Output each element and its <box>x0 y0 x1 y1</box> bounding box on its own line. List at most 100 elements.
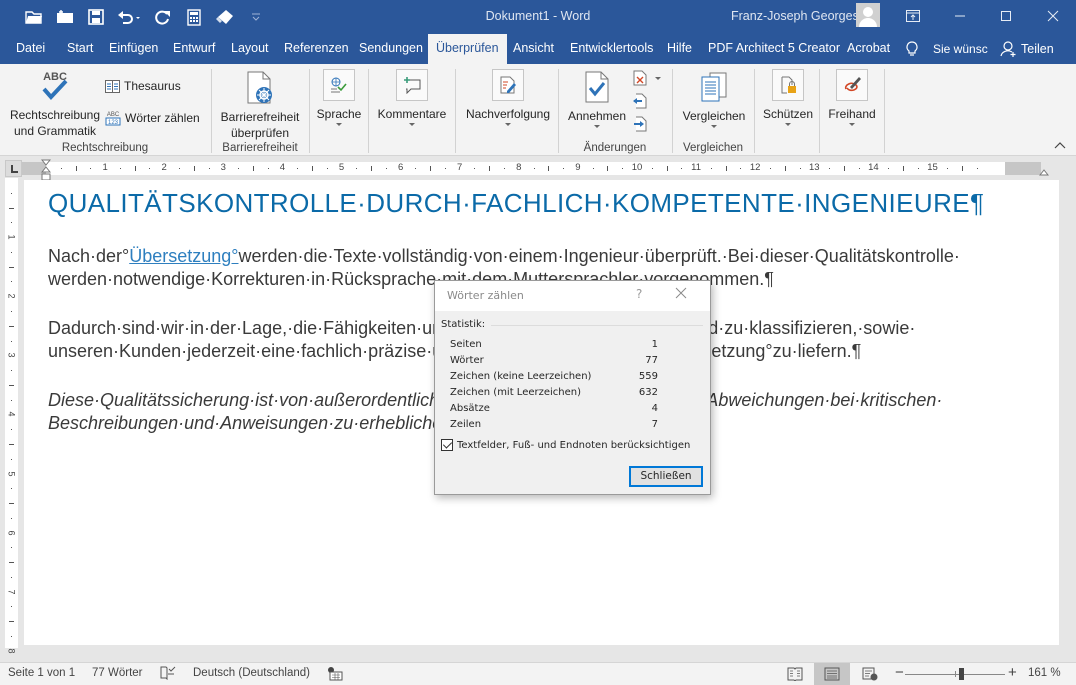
track-changes-button[interactable]: Nachverfolgung <box>460 69 556 126</box>
spelling-grammar-button[interactable]: ABC Rechtschreibung und Grammatik <box>8 69 102 139</box>
thesaurus-label: Thesaurus <box>124 79 181 93</box>
eraser-button[interactable] <box>209 6 240 28</box>
thesaurus-button[interactable]: Thesaurus <box>105 79 181 93</box>
ruler-minor-tick <box>11 488 12 490</box>
share-button[interactable]: Teilen <box>1000 34 1054 64</box>
tab-einfuegen[interactable]: Einfügen <box>101 34 166 64</box>
comments-button[interactable]: Kommentare <box>373 69 451 126</box>
ruler-minor-tick <box>651 168 653 169</box>
user-name[interactable]: Franz-Joseph Georges <box>731 9 859 23</box>
stat-row: Seiten 1 <box>450 339 658 350</box>
word-count-button[interactable]: ABC 123 Wörter zählen <box>105 110 200 126</box>
compare-button[interactable]: Vergleichen <box>677 69 751 128</box>
save-button[interactable] <box>80 6 111 28</box>
ink-label: Freihand <box>828 107 876 121</box>
minimize-button[interactable] <box>937 0 983 32</box>
zoom-slider-thumb[interactable] <box>959 668 964 680</box>
open-button[interactable] <box>18 6 49 28</box>
print-layout-button[interactable] <box>814 663 850 685</box>
tab-hilfe[interactable]: Hilfe <box>659 34 700 64</box>
read-mode-button[interactable] <box>777 663 813 685</box>
tab-start[interactable]: Start <box>59 34 101 64</box>
dialog-title-bar[interactable]: Wörter zählen ? <box>435 281 710 311</box>
ink-button[interactable]: Freihand <box>823 69 881 126</box>
tab-acrobat[interactable]: Acrobat <box>839 34 898 64</box>
tab-pdf-architect[interactable]: PDF Architect 5 Creator <box>700 34 848 64</box>
ribbon-display-options-button[interactable] <box>890 0 936 32</box>
web-layout-icon <box>862 667 878 681</box>
paragraph-1-post: werden·die·Texte·vollständig·von·einem·I… <box>238 246 960 266</box>
ruler-minor-tick <box>563 168 565 169</box>
ruler-minor-tick <box>430 166 432 171</box>
close-button[interactable] <box>1030 0 1076 32</box>
group-separator <box>884 69 885 153</box>
ruler-tick-label: 14 <box>868 162 879 173</box>
include-textboxes-checkbox[interactable]: Textfelder, Fuß- und Endnoten berücksich… <box>441 439 690 451</box>
redo-button[interactable] <box>147 6 178 28</box>
chevron-down-icon <box>594 125 600 128</box>
ruler-minor-tick <box>9 325 14 327</box>
tab-entwicklertools[interactable]: Entwicklertools <box>562 34 661 64</box>
accept-button[interactable]: Annehmen <box>565 69 629 128</box>
new-folder-button[interactable] <box>49 6 80 28</box>
ruler-minor-tick <box>725 166 727 171</box>
close-dialog-button[interactable]: Schließen <box>629 466 703 487</box>
group-schuetzen: Schützen <box>755 64 819 155</box>
ribbon-display-icon <box>906 10 920 22</box>
language-indicator[interactable]: Deutsch (Deutschland) <box>193 667 310 679</box>
next-change-button[interactable] <box>633 116 647 132</box>
right-indent-marker-icon[interactable] <box>1039 168 1049 176</box>
stat-row: Zeichen (mit Leerzeichen) 632 <box>450 387 658 398</box>
ruler-minor-tick <box>11 340 12 342</box>
reject-button[interactable] <box>633 70 661 86</box>
web-layout-button[interactable] <box>852 663 888 685</box>
chevron-down-icon <box>505 123 511 126</box>
language-icon <box>331 77 347 93</box>
ruler-minor-tick <box>11 370 12 372</box>
zoom-level[interactable]: 161 % <box>1028 667 1061 679</box>
tab-ueberpruefen[interactable]: Überprüfen <box>428 34 507 64</box>
tab-ansicht[interactable]: Ansicht <box>505 34 562 64</box>
previous-change-button[interactable] <box>633 93 647 109</box>
macro-recording-button[interactable] <box>327 666 343 684</box>
tab-sendungen[interactable]: Sendungen <box>351 34 431 64</box>
zoom-in-button[interactable]: + <box>1008 664 1017 681</box>
stat-label: Zeichen (mit Leerzeichen) <box>450 387 582 398</box>
accessibility-document-icon <box>247 71 272 104</box>
ruler-minor-tick <box>11 636 12 638</box>
group-label-aenderungen: Änderungen <box>583 142 647 154</box>
ruler-tick-label: 11 <box>691 162 702 173</box>
dialog-help-button[interactable]: ? <box>636 287 642 301</box>
protect-button[interactable]: Schützen <box>759 69 817 126</box>
redo-icon <box>154 10 170 25</box>
collapse-ribbon-button[interactable] <box>1054 138 1066 152</box>
indent-marker-icon[interactable] <box>41 159 51 181</box>
word-count-indicator[interactable]: 77 Wörter <box>92 667 143 679</box>
translation-link[interactable]: Übersetzung° <box>129 246 238 266</box>
proofing-status[interactable] <box>160 666 176 683</box>
tab-selector[interactable] <box>5 160 22 177</box>
vertical-ruler[interactable]: 1 2 3 4 5 6 7 8 <box>5 178 18 653</box>
dialog-close-button[interactable] <box>675 285 687 303</box>
undo-button[interactable] <box>111 6 147 28</box>
page-indicator[interactable]: Seite 1 von 1 <box>8 667 75 679</box>
customize-qat-icon <box>251 13 260 21</box>
chevron-up-icon <box>1054 142 1066 149</box>
zoom-out-button[interactable]: − <box>895 664 904 681</box>
tab-datei[interactable]: Datei <box>8 34 53 64</box>
accessibility-check-button[interactable]: Barrierefreiheit überprüfen <box>212 70 308 141</box>
maximize-button[interactable] <box>983 0 1029 32</box>
horizontal-ruler[interactable]: 1 2 3 4 5 6 7 8 9 10 11 12 13 14 15 <box>22 159 1049 181</box>
tab-entwurf[interactable]: Entwurf <box>165 34 223 64</box>
tab-layout[interactable]: Layout <box>223 34 277 64</box>
customize-qat-button[interactable] <box>240 6 271 28</box>
ruler-tick-label: 10 <box>631 162 643 173</box>
calculator-button[interactable] <box>178 6 209 28</box>
ruler-minor-tick <box>11 458 12 460</box>
checkbox-checked-icon[interactable] <box>441 439 453 451</box>
spelling-label-2: und Grammatik <box>13 124 97 138</box>
avatar[interactable] <box>856 3 880 27</box>
tell-me-search[interactable]: Sie wünsc <box>905 34 988 64</box>
language-button[interactable]: Sprache <box>316 69 362 126</box>
tab-referenzen[interactable]: Referenzen <box>276 34 357 64</box>
